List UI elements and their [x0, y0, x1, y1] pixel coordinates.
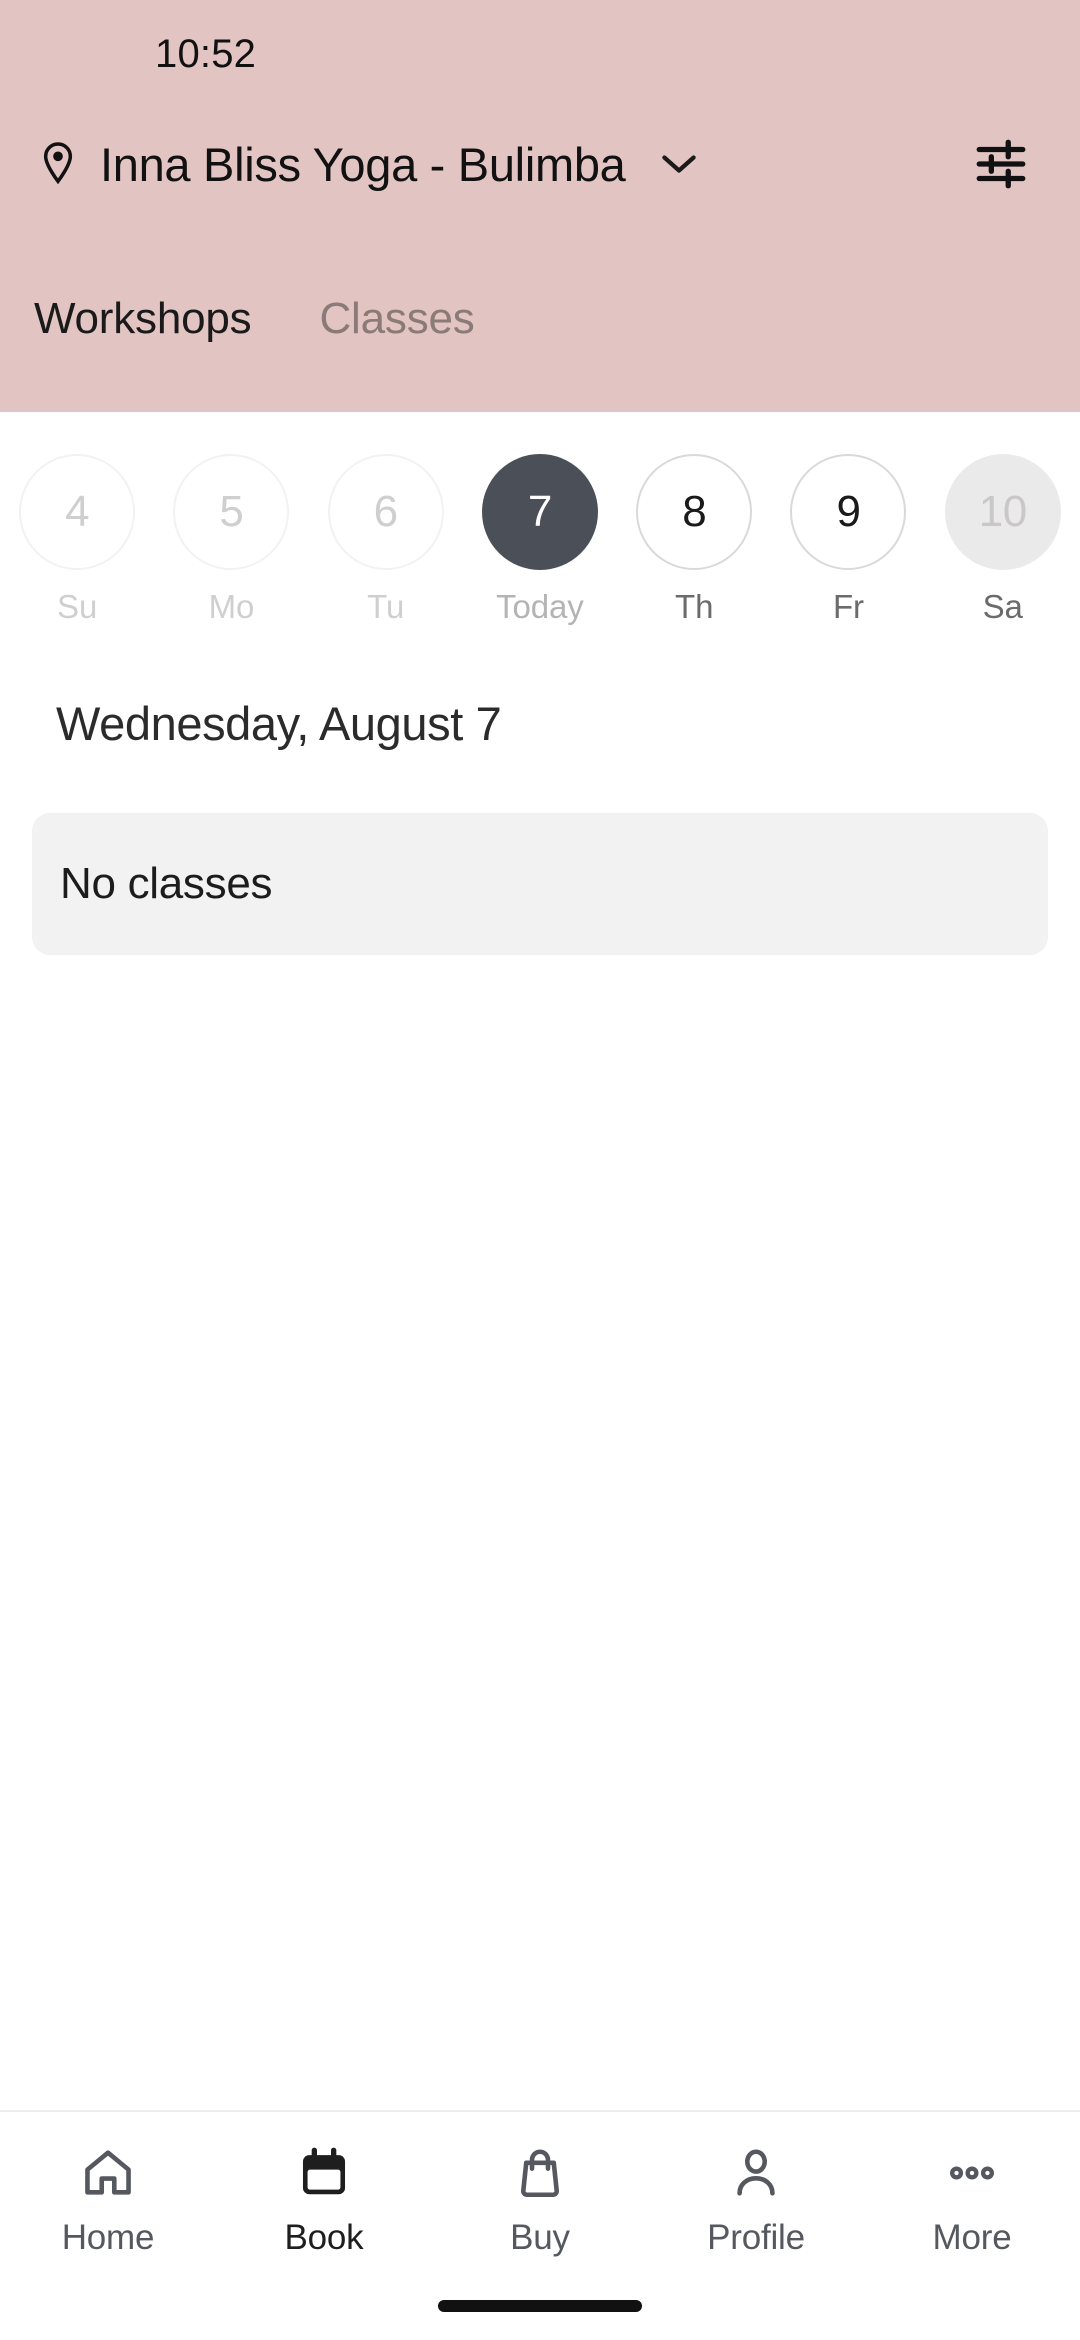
nav-label: Book [284, 2218, 364, 2257]
date-number[interactable]: 10 [944, 454, 1061, 570]
nav-item-home[interactable]: Home [0, 2142, 216, 2258]
location-name: Inna Bliss Yoga - Bulimba [100, 137, 626, 191]
nav-item-book[interactable]: Book [216, 2142, 432, 2258]
calendar-icon [293, 2142, 355, 2204]
date-number[interactable]: 9 [790, 454, 907, 570]
date-cell-5[interactable]: 5 Mo [154, 454, 308, 626]
date-cell-7-today-selected[interactable]: 7 Today [463, 454, 617, 626]
home-icon [77, 2142, 139, 2204]
nav-label: Profile [707, 2218, 805, 2257]
empty-state-card: No classes [32, 813, 1048, 955]
chevron-down-icon[interactable] [656, 141, 702, 187]
date-weekday: Th [675, 588, 714, 625]
filter-sliders-icon[interactable] [970, 133, 1032, 195]
person-icon [725, 2142, 787, 2204]
app-header: 10:52 Inna Bliss Yoga - Bulimba Workshop… [0, 0, 1080, 412]
date-weekday: Sa [982, 588, 1023, 625]
date-cell-4[interactable]: 4 Su [0, 454, 154, 626]
header-tabs: Workshops Classes [0, 292, 1080, 352]
nav-label: Home [61, 2218, 155, 2257]
shopping-bag-icon [509, 2142, 571, 2204]
date-weekday: Su [57, 588, 98, 625]
nav-item-more[interactable]: More [864, 2142, 1080, 2258]
status-bar: 10:52 [0, 0, 1080, 108]
tab-classes[interactable]: Classes [319, 292, 474, 352]
date-number[interactable]: 4 [19, 454, 136, 570]
date-cell-6[interactable]: 6 Tu [309, 454, 463, 626]
ellipsis-icon [941, 2142, 1003, 2204]
nav-label: More [932, 2218, 1012, 2257]
main-content: Wednesday, August 7 No classes [0, 654, 1080, 2110]
date-number[interactable]: 6 [327, 454, 444, 570]
date-cell-10[interactable]: 10 Sa [926, 454, 1080, 626]
date-weekday: Mo [208, 588, 255, 625]
home-indicator-bar[interactable] [438, 2300, 642, 2312]
date-weekday: Today [496, 588, 584, 625]
tab-workshops[interactable]: Workshops [34, 292, 252, 352]
date-number[interactable]: 5 [173, 454, 290, 570]
location-selector-row[interactable]: Inna Bliss Yoga - Bulimba [0, 108, 1080, 220]
date-number[interactable]: 7 [481, 454, 598, 570]
date-cell-9[interactable]: 9 Fr [771, 454, 925, 626]
nav-label: Buy [510, 2218, 570, 2257]
nav-item-profile[interactable]: Profile [648, 2142, 864, 2258]
location-pin-icon [34, 140, 82, 188]
date-number[interactable]: 8 [636, 454, 753, 570]
page-title: Wednesday, August 7 [56, 697, 502, 750]
date-cell-8[interactable]: 8 Th [617, 454, 771, 626]
home-indicator-area [0, 2300, 1080, 2312]
app-root: 10:52 Inna Bliss Yoga - Bulimba Workshop… [0, 0, 1080, 2340]
nav-item-buy[interactable]: Buy [432, 2142, 648, 2258]
date-weekday: Tu [367, 588, 405, 625]
date-strip[interactable]: 4 Su 5 Mo 6 Tu 7 Today 8 Th 9 Fr 10 Sa [0, 412, 1080, 654]
empty-state-label: No classes [60, 859, 273, 908]
status-bar-clock: 10:52 [155, 31, 257, 76]
date-weekday: Fr [832, 588, 864, 625]
